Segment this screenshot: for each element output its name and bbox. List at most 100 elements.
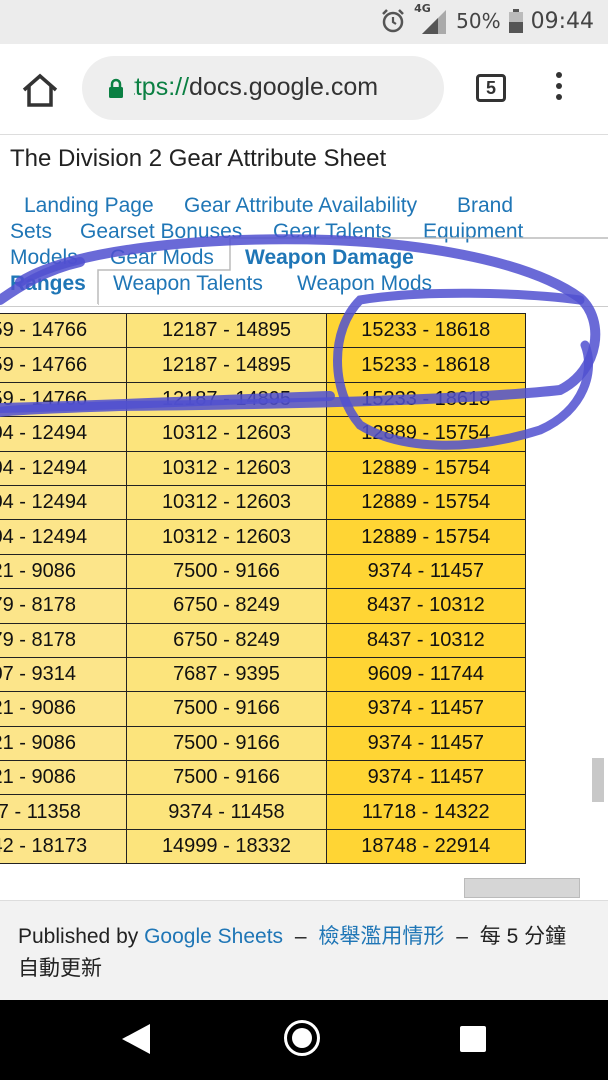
table-cell[interactable]: 7521 - 9086 xyxy=(0,725,128,762)
published-footer: Published by Google Sheets – 檢舉濫用情形 – 每 … xyxy=(0,900,608,1001)
table-cell[interactable]: 9374 - 11458 xyxy=(126,794,327,830)
table-cell[interactable]: 6779 - 8178 xyxy=(0,588,128,624)
published-by-label: Published by xyxy=(18,925,139,948)
update-frequency-cont: 自動更新 xyxy=(18,957,102,980)
table-cell[interactable]: 9374 - 11457 xyxy=(325,691,527,727)
home-button-icon[interactable] xyxy=(284,1020,320,1056)
tab-gear-attribute-availability[interactable]: Gear Attribute Availability xyxy=(184,193,417,219)
table-row: 12159 - 1476612187 - 1489515233 - 18618 xyxy=(0,381,527,418)
table-row: 6779 - 81786750 - 82498437 - 10312 xyxy=(0,622,527,658)
url-host: docs.google.com xyxy=(189,73,379,101)
table-cell[interactable]: 12159 - 14766 xyxy=(0,347,128,383)
table-cell[interactable]: 7500 - 9166 xyxy=(126,725,327,762)
table-cell[interactable]: 7521 - 9086 xyxy=(0,553,128,590)
table-row: 9377 - 113589374 - 1145811718 - 14322 xyxy=(0,794,527,830)
report-abuse-link[interactable]: 檢舉濫用情形 xyxy=(318,925,444,948)
table-cell[interactable]: 9374 - 11457 xyxy=(325,553,527,590)
footer-dash: – xyxy=(456,925,468,948)
damage-table: 12159 - 1476612187 - 1489515233 - 186181… xyxy=(0,312,527,865)
table-cell[interactable]: 18748 - 22914 xyxy=(325,828,527,865)
table-row: 7521 - 90867500 - 91669374 - 11457 xyxy=(0,760,527,796)
table-cell[interactable]: 12159 - 14766 xyxy=(0,312,128,349)
table-cell[interactable]: 10312 - 12603 xyxy=(126,416,327,452)
table-cell[interactable]: 7521 - 9086 xyxy=(0,691,128,727)
table-cell[interactable]: 7500 - 9166 xyxy=(126,553,327,590)
table-cell[interactable]: 11718 - 14322 xyxy=(325,794,527,830)
vertical-scrollbar[interactable] xyxy=(592,758,604,802)
table-row: 7707 - 93147687 - 93959609 - 11744 xyxy=(0,656,527,693)
table-cell[interactable]: 12889 - 15754 xyxy=(325,484,527,521)
table-row: 12159 - 1476612187 - 1489515233 - 18618 xyxy=(0,347,527,383)
table-row: 15042 - 1817314999 - 1833218748 - 22914 xyxy=(0,828,527,865)
table-cell[interactable]: 9377 - 11358 xyxy=(0,794,128,830)
table-cell[interactable]: 12159 - 14766 xyxy=(0,381,128,418)
table-cell[interactable]: 6750 - 8249 xyxy=(126,622,327,658)
table-cell[interactable]: 12187 - 14895 xyxy=(126,312,327,349)
table-cell[interactable]: 7687 - 9395 xyxy=(126,656,327,693)
horizontal-scrollbar[interactable] xyxy=(464,878,580,898)
table-cell[interactable]: 12187 - 14895 xyxy=(126,381,327,418)
table-cell[interactable]: 8437 - 10312 xyxy=(325,622,527,658)
table-cell[interactable]: 12889 - 15754 xyxy=(325,450,527,486)
table-cell[interactable]: 12889 - 15754 xyxy=(325,416,527,452)
spreadsheet[interactable]: 12159 - 1476612187 - 1489515233 - 186181… xyxy=(0,306,608,873)
table-cell[interactable]: 10304 - 12494 xyxy=(0,484,128,521)
clock: 09:44 xyxy=(530,8,594,34)
table-cell[interactable]: 15233 - 18618 xyxy=(325,381,527,418)
tab-switcher-button[interactable]: 5 xyxy=(476,74,506,102)
address-bar[interactable]: https://docs.google.com xyxy=(82,56,444,120)
active-tab-outline xyxy=(0,237,608,306)
page-title: The Division 2 Gear Attribute Sheet xyxy=(10,145,387,172)
system-nav-bar xyxy=(0,1000,608,1080)
signal-icon: 4G xyxy=(414,2,448,34)
table-cell[interactable]: 7707 - 9314 xyxy=(0,656,128,693)
table-cell[interactable]: 8437 - 10312 xyxy=(325,588,527,624)
table-cell[interactable]: 7500 - 9166 xyxy=(126,760,327,796)
table-row: 6779 - 81786750 - 82498437 - 10312 xyxy=(0,588,527,624)
table-cell[interactable]: 6779 - 8178 xyxy=(0,622,128,658)
browser-toolbar: https://docs.google.com 5 xyxy=(0,44,608,135)
table-cell[interactable]: 12187 - 14895 xyxy=(126,347,327,383)
table-cell[interactable]: 15042 - 18173 xyxy=(0,828,128,865)
table-cell[interactable]: 9609 - 11744 xyxy=(325,656,527,693)
table-cell[interactable]: 9374 - 11457 xyxy=(325,760,527,796)
table-cell[interactable]: 7500 - 9166 xyxy=(126,691,327,727)
lock-icon xyxy=(109,78,123,98)
table-row: 7521 - 90867500 - 91669374 - 11457 xyxy=(0,691,527,727)
battery-percent: 50% xyxy=(456,9,501,33)
alarm-icon xyxy=(382,9,405,33)
table-cell[interactable]: 12889 - 15754 xyxy=(325,519,527,555)
table-row: 10304 - 1249410312 - 1260312889 - 15754 xyxy=(0,519,527,555)
table-cell[interactable]: 10312 - 12603 xyxy=(126,484,327,521)
table-cell[interactable]: 15233 - 18618 xyxy=(325,347,527,383)
url-protocol: https:// xyxy=(134,73,190,101)
table-row: 10304 - 1249410312 - 1260312889 - 15754 xyxy=(0,450,527,486)
home-icon[interactable] xyxy=(20,72,60,108)
table-cell[interactable]: 6750 - 8249 xyxy=(126,588,327,624)
table-cell[interactable]: 15233 - 18618 xyxy=(325,312,527,349)
table-cell[interactable]: 10304 - 12494 xyxy=(0,416,128,452)
network-label: 4G xyxy=(414,2,431,15)
footer-dash: – xyxy=(294,925,307,948)
table-row: 7521 - 90867500 - 91669374 - 11457 xyxy=(0,553,527,590)
tab-landing-page[interactable]: Landing Page xyxy=(24,193,154,219)
back-icon[interactable] xyxy=(120,1022,152,1056)
table-row: 12159 - 1476612187 - 1489515233 - 18618 xyxy=(0,312,527,349)
table-row: 7521 - 90867500 - 91669374 - 11457 xyxy=(0,725,527,762)
table-cell[interactable]: 10304 - 12494 xyxy=(0,450,128,486)
recent-apps-icon[interactable] xyxy=(460,1026,486,1052)
table-row: 10304 - 1249410312 - 1260312889 - 15754 xyxy=(0,484,527,521)
status-bar: 4G 50% 09:44 xyxy=(0,0,608,44)
table-cell[interactable]: 14999 - 18332 xyxy=(126,828,327,865)
table-cell[interactable]: 10304 - 12494 xyxy=(0,519,128,555)
table-cell[interactable]: 7521 - 9086 xyxy=(0,760,128,796)
table-cell[interactable]: 9374 - 11457 xyxy=(325,725,527,762)
overflow-menu-icon[interactable] xyxy=(554,72,564,106)
table-row: 10304 - 1249410312 - 1260312889 - 15754 xyxy=(0,416,527,452)
battery-icon xyxy=(508,9,523,33)
table-cell[interactable]: 10312 - 12603 xyxy=(126,450,327,486)
url-text: https://docs.google.com xyxy=(134,73,434,102)
tab-brand-sets[interactable]: Brand xyxy=(457,193,513,219)
table-cell[interactable]: 10312 - 12603 xyxy=(126,519,327,555)
google-sheets-link[interactable]: Google Sheets xyxy=(144,925,283,948)
